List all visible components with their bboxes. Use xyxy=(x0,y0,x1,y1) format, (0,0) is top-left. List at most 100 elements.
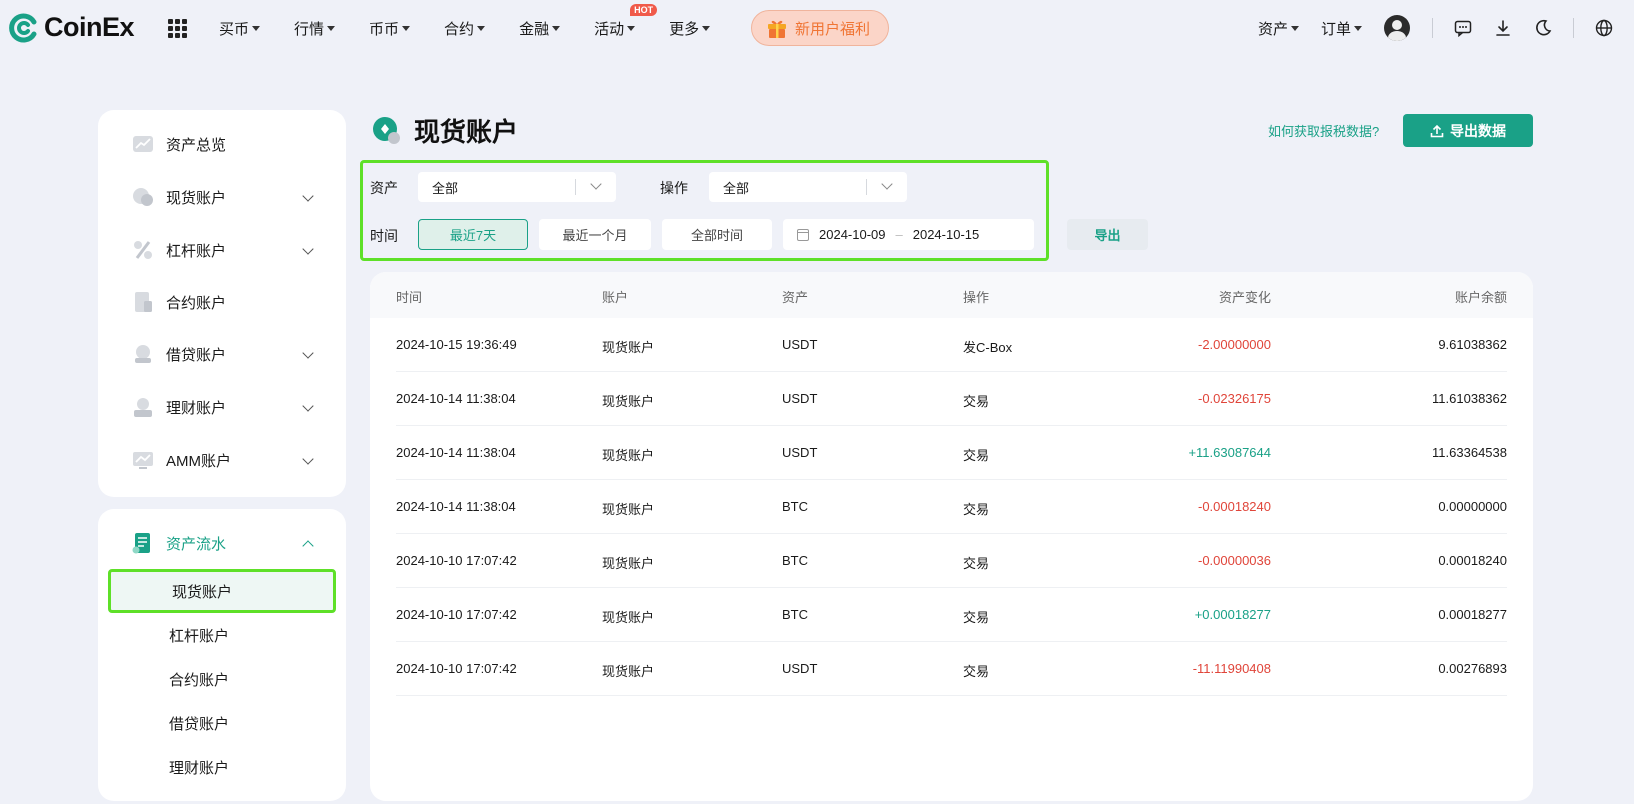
message-icon[interactable] xyxy=(1453,18,1473,38)
chevron-down-icon xyxy=(552,25,561,31)
sidebar-subitem-spot-account[interactable]: 现货账户 xyxy=(108,569,336,613)
cell-time: 2024-10-14 11:38:04 xyxy=(396,445,516,460)
dark-mode-icon[interactable] xyxy=(1533,18,1553,38)
nav-orders[interactable]: 订单 xyxy=(1321,18,1362,39)
sidebar-subitem-loan-account[interactable]: 借贷账户 xyxy=(98,703,346,743)
top-navigation: CoinEx 买币 行情 币币 合约 金融 活动 HOT 更多 新用户福利 资产 … xyxy=(0,0,1634,56)
sidebar-item-asset-overview[interactable]: 资产总览 xyxy=(98,124,346,164)
chart-icon xyxy=(132,133,154,155)
cell-asset-change: +11.63087644 xyxy=(1188,445,1271,460)
cell-account: 现货账户 xyxy=(602,340,655,355)
table-row: 2024-10-10 17:07:42 现货账户 BTC 交易 +0.00018277 0… xyxy=(396,588,1507,642)
apps-grid-icon[interactable] xyxy=(168,19,187,38)
cell-account: 现货账户 xyxy=(602,556,655,571)
cell-asset: USDT xyxy=(782,445,818,460)
sidebar-item-futures-account[interactable]: 合约账户 xyxy=(98,282,346,322)
nav-spot[interactable]: 币币 xyxy=(369,18,411,39)
chevron-down-icon xyxy=(881,178,893,190)
download-icon[interactable] xyxy=(1493,18,1513,38)
cell-asset: USDT xyxy=(782,391,818,406)
amm-chart-icon xyxy=(132,449,154,471)
date-separator: – xyxy=(895,227,903,242)
column-header-account: 账户 xyxy=(602,290,629,305)
sidebar-item-margin-account[interactable]: 杠杆账户 xyxy=(98,230,346,270)
coin-icon xyxy=(132,186,154,208)
sidebar-item-amm-account[interactable]: AMM账户 xyxy=(98,440,346,480)
sidebar-item-asset-flow[interactable]: 资产流水 xyxy=(98,523,346,563)
cell-asset: BTC xyxy=(782,607,808,622)
time-filter-label: 时间 xyxy=(370,228,398,244)
hot-badge: HOT xyxy=(630,3,658,16)
cell-balance: 0.00276893 xyxy=(1438,661,1507,676)
column-header-asset-change: 资产变化 xyxy=(1218,290,1271,305)
operation-select[interactable]: 全部 xyxy=(709,172,907,202)
table-row: 2024-10-15 19:36:49 现货账户 USDT 发C-Box -2.0000… xyxy=(396,318,1507,372)
user-avatar[interactable] xyxy=(1384,15,1410,41)
column-header-operation: 操作 xyxy=(963,290,990,305)
time-option-last-month[interactable]: 最近一个月 xyxy=(539,219,651,250)
cell-asset: USDT xyxy=(782,661,818,676)
asset-select[interactable]: 全部 xyxy=(418,172,616,202)
cell-asset-change: -0.02326175 xyxy=(1197,391,1271,406)
spot-account-icon xyxy=(372,116,402,146)
cell-time: 2024-10-10 17:07:42 xyxy=(396,553,517,568)
sidebar-item-spot-account[interactable]: 现货账户 xyxy=(98,177,346,217)
divider xyxy=(1432,18,1433,38)
gift-icon xyxy=(766,17,788,39)
sidebar-item-financial-account[interactable]: 理财账户 xyxy=(98,387,346,427)
cell-operation: 交易 xyxy=(963,556,990,571)
coinex-logo[interactable]: CoinEx xyxy=(8,12,135,43)
nav-futures[interactable]: 合约 xyxy=(444,18,486,39)
cell-account: 现货账户 xyxy=(602,448,655,463)
cell-account: 现货账户 xyxy=(602,664,655,679)
time-option-all-time[interactable]: 全部时间 xyxy=(662,219,772,250)
right-nav: 资产 订单 xyxy=(1258,0,1634,56)
chevron-down-icon xyxy=(302,453,314,465)
nav-more[interactable]: 更多 xyxy=(669,18,711,39)
operation-filter-label: 操作 xyxy=(660,180,688,196)
new-user-promo-button[interactable]: 新用户福利 xyxy=(751,10,889,46)
time-option-last-7-days[interactable]: 最近7天 xyxy=(418,219,528,250)
chevron-down-icon xyxy=(702,25,711,31)
cell-time: 2024-10-10 17:07:42 xyxy=(396,661,517,676)
sidebar-accounts-card: 资产总览 现货账户 杠杆账户 合约账户 借贷账户 理财账户 AMM账户 xyxy=(98,110,346,497)
asset-filter-label: 资产 xyxy=(370,180,398,196)
cell-asset: BTC xyxy=(782,499,808,514)
upload-icon xyxy=(1430,124,1444,138)
sidebar-subitem-financial-account[interactable]: 理财账户 xyxy=(98,747,346,787)
cell-operation: 交易 xyxy=(963,610,990,625)
cell-operation: 交易 xyxy=(963,664,990,679)
chevron-down-icon xyxy=(302,400,314,412)
cell-asset: USDT xyxy=(782,337,818,352)
tax-data-link[interactable]: 如何获取报税数据? xyxy=(1268,121,1379,140)
export-button[interactable]: 导出 xyxy=(1067,219,1148,250)
coinex-logo-icon xyxy=(8,13,38,43)
cell-balance: 0.00018240 xyxy=(1438,553,1507,568)
sidebar-subitem-futures-account[interactable]: 合约账户 xyxy=(98,659,346,699)
nav-markets[interactable]: 行情 xyxy=(294,18,336,39)
cell-time: 2024-10-15 19:36:49 xyxy=(396,337,517,352)
finance-icon xyxy=(132,396,154,418)
ledger-icon xyxy=(132,532,154,554)
asset-flow-table: 时间 账户 资产 操作 资产变化 账户余额 2024-10-15 19:36:4… xyxy=(370,272,1533,801)
cell-time: 2024-10-10 17:07:42 xyxy=(396,607,517,622)
cell-account: 现货账户 xyxy=(602,394,655,409)
cell-time: 2024-10-14 11:38:04 xyxy=(396,499,516,514)
chevron-down-icon xyxy=(302,347,314,359)
sidebar-item-loan-account[interactable]: 借贷账户 xyxy=(98,334,346,374)
table-row: 2024-10-14 11:38:04 现货账户 USDT 交易 -0.02326175… xyxy=(396,372,1507,426)
chevron-down-icon xyxy=(477,25,486,31)
nav-finance[interactable]: 金融 xyxy=(519,18,561,39)
export-data-button[interactable]: 导出数据 xyxy=(1403,114,1533,147)
chevron-down-icon xyxy=(1290,25,1299,31)
nav-activities[interactable]: 活动 HOT xyxy=(594,3,658,39)
globe-icon[interactable] xyxy=(1594,18,1614,38)
nav-buy-crypto[interactable]: 买币 xyxy=(219,18,261,39)
column-header-asset: 资产 xyxy=(782,290,809,305)
cell-operation: 交易 xyxy=(963,448,990,463)
date-range-picker[interactable]: 2024-10-09 – 2024-10-15 xyxy=(783,219,1034,250)
nav-assets[interactable]: 资产 xyxy=(1258,18,1299,39)
sidebar-subitem-margin-account[interactable]: 杠杆账户 xyxy=(98,615,346,655)
page-title-row: 现货账户 xyxy=(372,112,518,149)
cell-asset-change: -0.00018240 xyxy=(1197,499,1271,514)
